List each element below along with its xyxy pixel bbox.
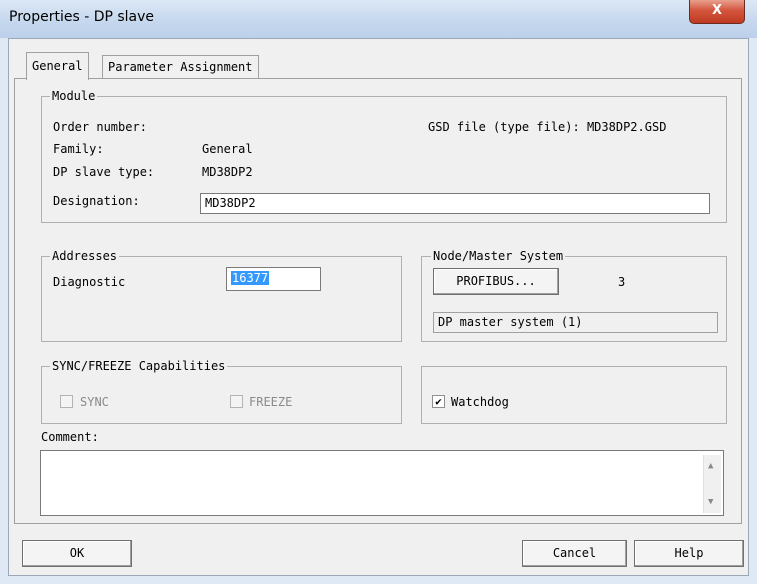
node-master-group-title: Node/Master System	[431, 249, 566, 263]
diagnostic-address-input[interactable]: 16377	[226, 267, 321, 291]
tab-general-label: General	[32, 59, 83, 73]
tab-parameter-assignment[interactable]: Parameter Assignment	[102, 55, 259, 79]
help-button[interactable]: Help	[634, 540, 744, 567]
window-title: Properties - DP slave	[9, 9, 155, 25]
cancel-button[interactable]: Cancel	[522, 540, 627, 567]
freeze-checkbox[interactable]	[230, 395, 243, 408]
sync-checkbox[interactable]	[60, 395, 73, 408]
watchdog-checkbox[interactable]: ✔	[432, 395, 445, 408]
ok-button-label: OK	[69, 546, 85, 560]
order-number-label: Order number:	[53, 120, 147, 134]
module-group-title: Module	[50, 89, 98, 103]
freeze-label: FREEZE	[249, 395, 293, 409]
sync-freeze-group-title: SYNC/FREEZE Capabilities	[50, 359, 228, 373]
diagnostic-label: Diagnostic	[53, 275, 126, 289]
comment-label: Comment:	[41, 430, 99, 444]
scroll-down-icon[interactable]: ▼	[708, 497, 713, 507]
addresses-group	[41, 256, 402, 342]
close-button[interactable]: X	[689, 0, 745, 24]
diagnostic-address-value: 16377	[231, 271, 270, 285]
gsd-file-label: GSD file (type file): MD38DP2.GSD	[428, 120, 667, 134]
help-button-label: Help	[674, 546, 704, 560]
close-icon: X	[711, 3, 723, 18]
scroll-up-icon[interactable]: ▲	[708, 461, 713, 471]
tab-parameter-assignment-label: Parameter Assignment	[108, 60, 253, 74]
slave-type-label: DP slave type:	[53, 165, 155, 179]
family-value: General	[202, 142, 253, 156]
comment-textarea[interactable]	[40, 450, 724, 516]
checkmark-icon: ✔	[435, 395, 442, 408]
cancel-button-label: Cancel	[552, 546, 597, 560]
title-bar[interactable]: Properties - DP slave X	[0, 0, 757, 38]
master-system-value: DP master system (1)	[438, 315, 583, 329]
tab-general[interactable]: General	[26, 52, 89, 80]
slave-type-value: MD38DP2	[202, 165, 253, 179]
sync-label: SYNC	[80, 395, 109, 409]
node-number: 3	[618, 275, 626, 289]
master-system-field: DP master system (1)	[433, 312, 718, 333]
designation-input-value: MD38DP2	[205, 196, 256, 210]
designation-input[interactable]: MD38DP2	[200, 193, 710, 214]
profibus-button[interactable]: PROFIBUS...	[433, 268, 559, 295]
watchdog-label: Watchdog	[451, 395, 509, 409]
ok-button[interactable]: OK	[22, 540, 132, 567]
addresses-group-title: Addresses	[50, 249, 120, 263]
comment-scrollbar[interactable]: ▲ ▼	[703, 455, 721, 513]
profibus-button-label: PROFIBUS...	[456, 274, 536, 288]
family-label: Family:	[53, 142, 104, 156]
designation-label: Designation:	[53, 194, 140, 208]
